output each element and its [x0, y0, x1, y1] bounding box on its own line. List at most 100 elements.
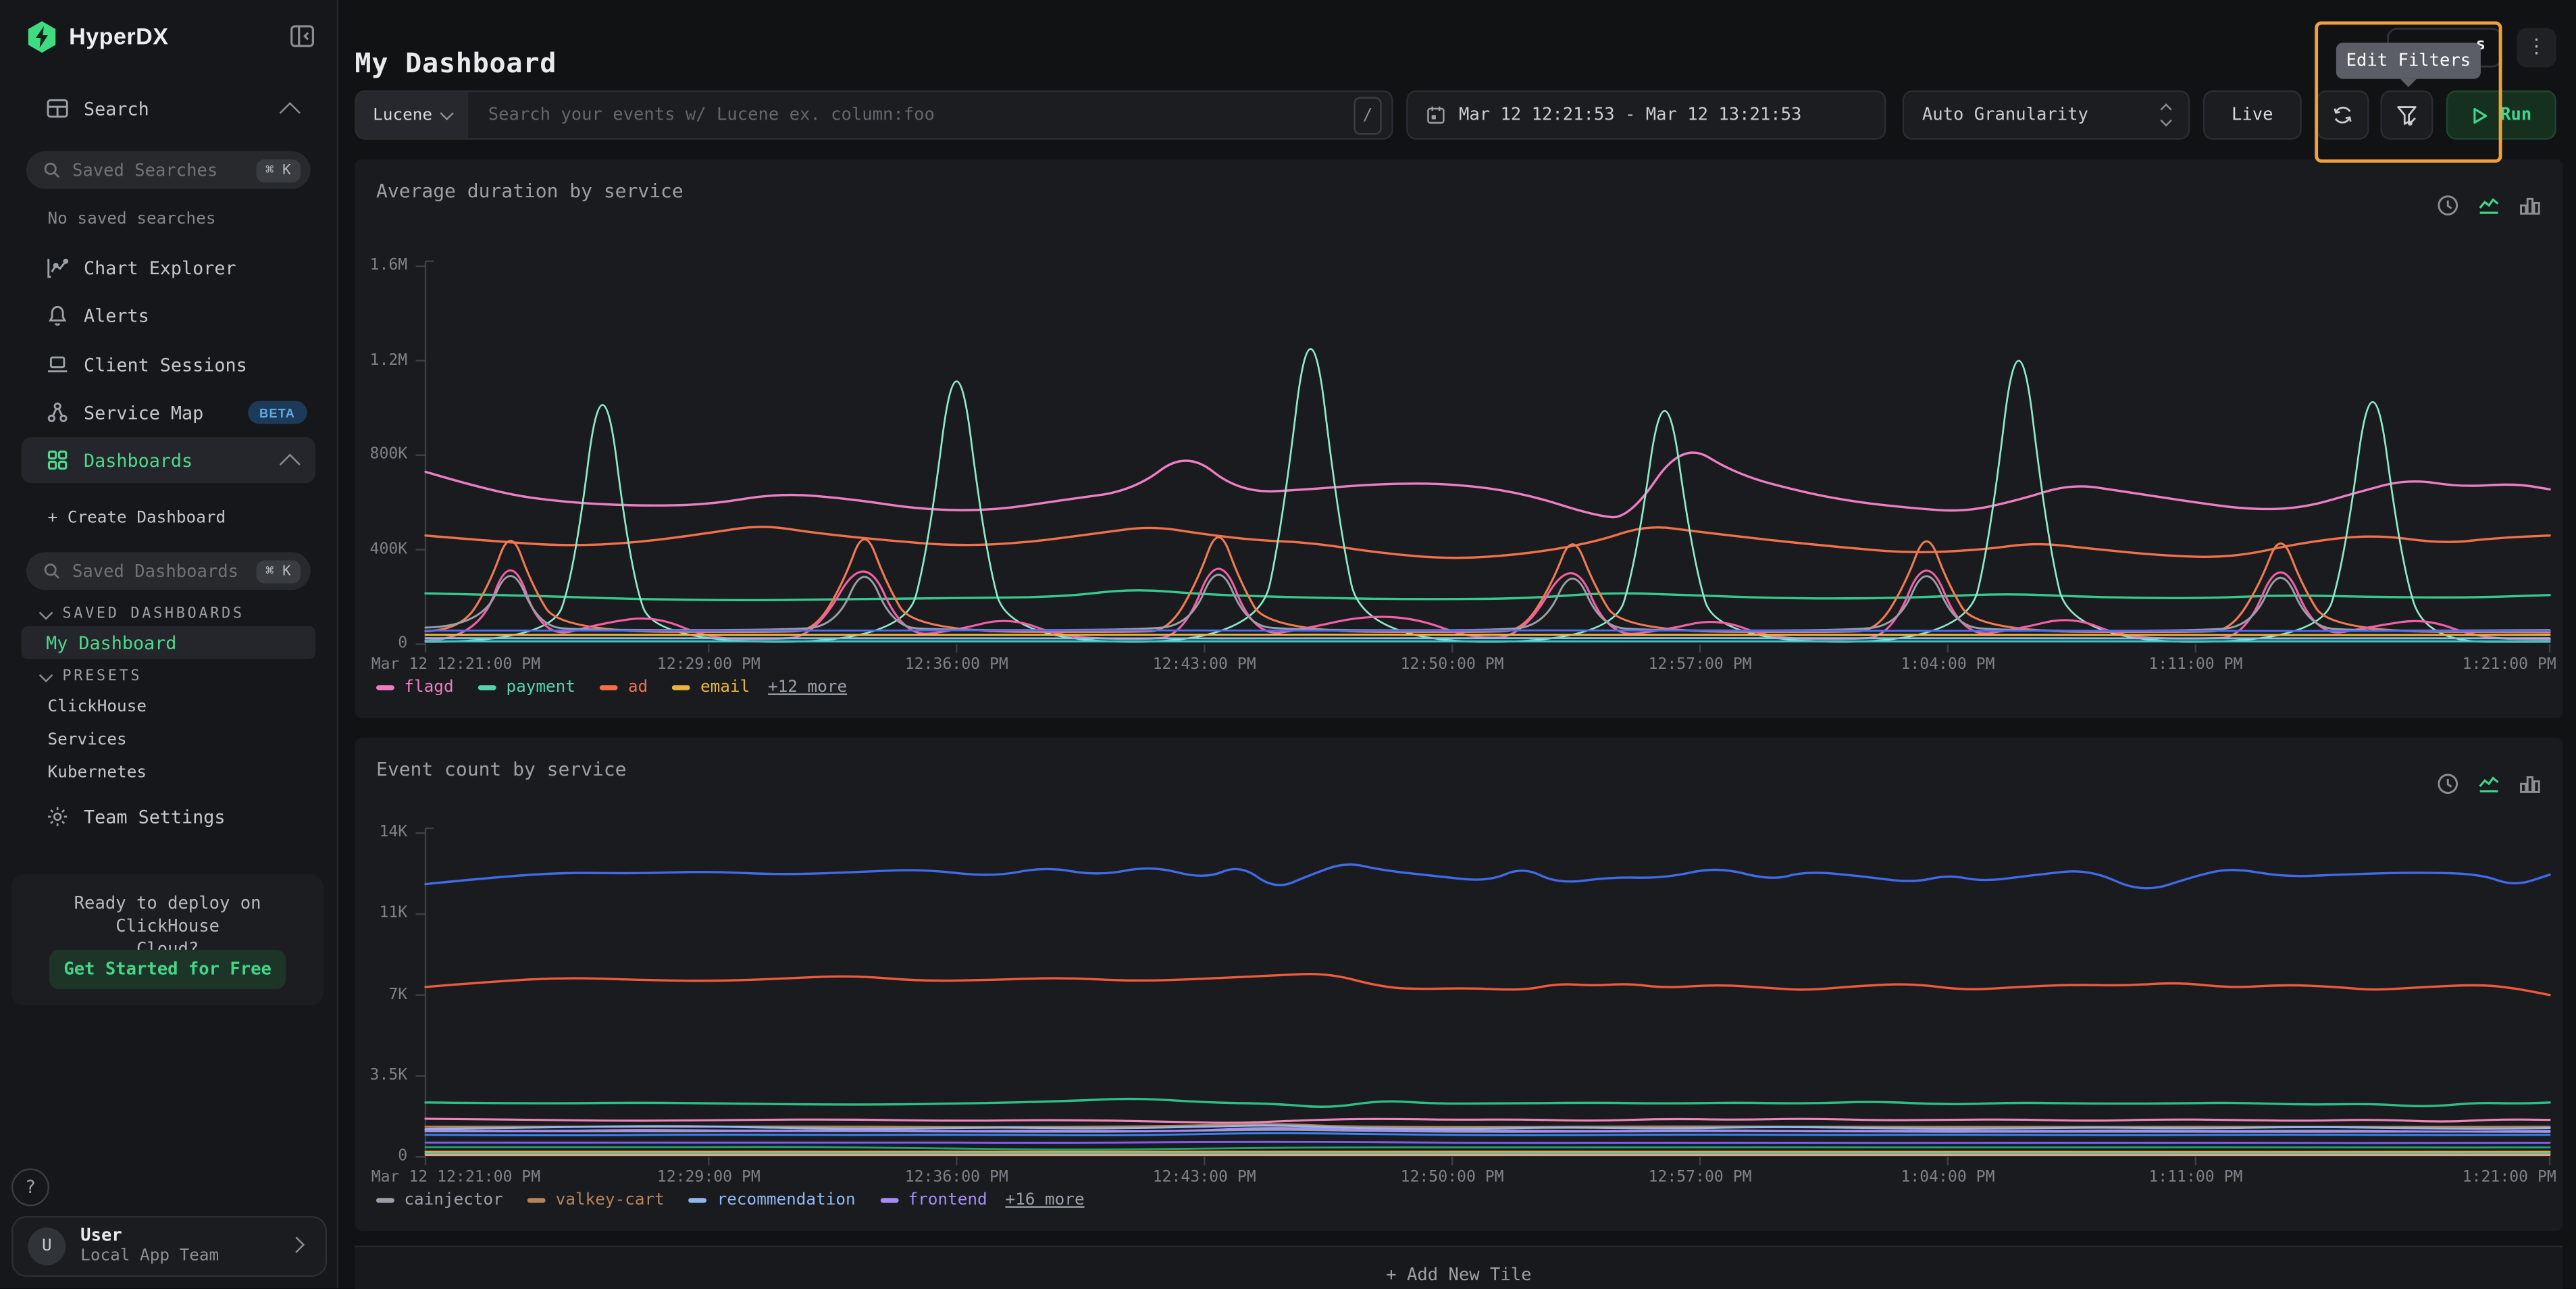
legend-swatch: [689, 1198, 707, 1203]
clickhouse-cloud-promo: Ready to deploy on ClickHouseCloud? Get …: [11, 874, 324, 1006]
x-axis-tick-label: 12:50:00 PM: [1401, 656, 1504, 674]
sidebar-item-my-dashboard[interactable]: My Dashboard: [22, 626, 315, 659]
sidebar-item-team-settings[interactable]: Team Settings: [0, 794, 337, 840]
dashboards-icon: [46, 449, 69, 472]
y-axis-tick-label: 3.5K: [355, 1066, 407, 1084]
sidebar-item-service-map[interactable]: Service Map BETA: [0, 389, 337, 435]
date-range-value: Mar 12 12:21:53 - Mar 12 13:21:53: [1459, 105, 1801, 125]
presets-group[interactable]: PRESETS: [41, 669, 142, 685]
legend-label: ad: [628, 679, 648, 697]
granularity-select[interactable]: Auto Granularity: [1903, 91, 2190, 140]
date-range-picker[interactable]: Mar 12 12:21:53 - Mar 12 13:21:53: [1406, 91, 1886, 140]
x-axis-tick-label: 12:36:00 PM: [905, 656, 1008, 674]
help-button[interactable]: ?: [11, 1168, 49, 1206]
x-axis-tick-label: 12:43:00 PM: [1153, 656, 1256, 674]
sidebar-item-chart-explorer[interactable]: Chart Explorer: [0, 245, 337, 290]
edit-filters-button[interactable]: [2381, 91, 2433, 140]
tile-event-count: Event count by service cainjectorvalkey-…: [355, 738, 2562, 1231]
chart-legend: cainjector valkey-cart recommendation front…: [376, 1191, 1085, 1209]
language-select[interactable]: Lucene: [357, 92, 469, 138]
chart-explorer-icon: [46, 256, 69, 279]
series-unnamed: [426, 1142, 2550, 1143]
y-axis-tick-label: 1.6M: [355, 256, 407, 274]
filter-edit-icon: [2395, 103, 2418, 126]
chevron-right-icon: [288, 1236, 305, 1253]
y-axis-tick-label: 0: [355, 1147, 407, 1165]
query-input[interactable]: Lucene Search your events w/ Lucene ex. …: [355, 91, 1393, 140]
chevron-down-icon: [39, 605, 53, 620]
page-title: My Dashboard: [355, 48, 557, 79]
hyperdx-logo-icon: [24, 20, 59, 54]
x-axis-tick-label: 12:50:00 PM: [1401, 1168, 1504, 1186]
sidebar-item-clickhouse[interactable]: ClickHouse: [48, 699, 147, 717]
line-chart-canvas: [415, 822, 2551, 1170]
series-unnamed: [426, 974, 2550, 995]
saved-dashboards-input[interactable]: Saved Dashboards ⌘ K: [26, 552, 311, 590]
sidebar-item-client-sessions[interactable]: Client Sessions: [0, 342, 337, 388]
legend-item[interactable]: ad: [600, 679, 648, 697]
y-axis-tick-label: 400K: [355, 540, 407, 558]
series-unnamed: [426, 1119, 2550, 1123]
legend-swatch: [376, 1198, 394, 1203]
live-button[interactable]: Live: [2203, 91, 2302, 140]
user-name: User: [80, 1226, 122, 1246]
sidebar-item-label: Alerts: [84, 305, 149, 326]
refresh-button[interactable]: [2317, 91, 2369, 140]
y-axis-tick-label: 7K: [355, 985, 407, 1003]
legend-label: payment: [506, 679, 575, 697]
series-payment: [426, 590, 2550, 600]
x-axis-tick-label: Mar 12 12:21:00 PM: [371, 1168, 540, 1186]
slash-shortcut-badge: /: [1354, 96, 1381, 134]
play-icon: [2471, 106, 2489, 124]
series-email: [426, 634, 2550, 635]
sidebar-item-services[interactable]: Services: [48, 731, 127, 749]
x-axis-tick-label: 1:21:00 PM: [2463, 1168, 2556, 1186]
legend-label: flagd: [404, 679, 453, 697]
legend-item[interactable]: flagd: [376, 679, 454, 697]
search-section-icon: [46, 97, 69, 120]
user-menu[interactable]: U User Local App Team: [11, 1216, 327, 1277]
sidebar-item-label: My Dashboard: [46, 632, 176, 653]
shortcut-badge: ⌘ K: [256, 159, 301, 182]
sidebar-item-dashboards[interactable]: Dashboards: [22, 437, 315, 483]
kebab-menu-button[interactable]: ⋮: [2517, 28, 2556, 67]
legend-item[interactable]: valkey-cart: [527, 1191, 664, 1209]
series-unnamed: [426, 1099, 2550, 1107]
sidebar-item-search[interactable]: Search: [0, 85, 337, 131]
x-axis-tick-label: 12:29:00 PM: [657, 656, 761, 674]
get-started-button[interactable]: Get Started for Free: [49, 950, 286, 989]
chart-plot-area: flagdpaymentademail+12 more 1.6M1.2M800K…: [355, 159, 2562, 718]
legend-item[interactable]: cainjector: [376, 1191, 503, 1209]
beta-badge: BETA: [248, 401, 307, 424]
no-saved-searches-text: No saved searches: [48, 210, 216, 228]
query-placeholder: Search your events w/ Lucene ex. column:…: [469, 105, 1354, 125]
y-axis-tick-label: 11K: [355, 904, 407, 922]
legend-label: frontend: [908, 1191, 987, 1209]
saved-dashboards-group[interactable]: SAVED DASHBOARDS: [41, 607, 244, 623]
shortcut-badge: ⌘ K: [256, 559, 301, 582]
tile-average-duration: Average duration by service flagdpayment…: [355, 159, 2562, 718]
legend-item[interactable]: frontend: [880, 1191, 987, 1209]
calendar-icon: [1426, 105, 1445, 125]
sidebar-item-label: Search: [84, 98, 149, 120]
legend-item[interactable]: email: [673, 679, 750, 697]
sidebar-collapse-icon[interactable]: [289, 23, 315, 49]
legend-more-link[interactable]: +16 more: [1005, 1191, 1084, 1209]
add-new-tile-button[interactable]: + Add New Tile: [355, 1246, 2562, 1289]
x-axis-tick-label: Mar 12 12:21:00 PM: [371, 656, 540, 674]
legend-item[interactable]: recommendation: [689, 1191, 855, 1209]
series-unnamed: [426, 865, 2550, 888]
run-button[interactable]: Run: [2446, 91, 2556, 140]
legend-label: email: [700, 679, 750, 697]
legend-item[interactable]: payment: [478, 679, 575, 697]
legend-more-link[interactable]: +12 more: [768, 679, 847, 697]
series-flagd: [426, 453, 2550, 517]
saved-searches-input[interactable]: Saved Searches ⌘ K: [26, 151, 311, 189]
main-content: My Dashboard s ⋮ Edit Filters Lucene Sea…: [338, 0, 2576, 1288]
refresh-icon: [2332, 103, 2354, 126]
legend-swatch: [376, 686, 394, 690]
sidebar-item-kubernetes[interactable]: Kubernetes: [48, 764, 147, 782]
create-dashboard-button[interactable]: + Create Dashboard: [48, 509, 226, 528]
sidebar-item-alerts[interactable]: Alerts: [0, 293, 337, 338]
series-unnamed: [426, 630, 2550, 631]
